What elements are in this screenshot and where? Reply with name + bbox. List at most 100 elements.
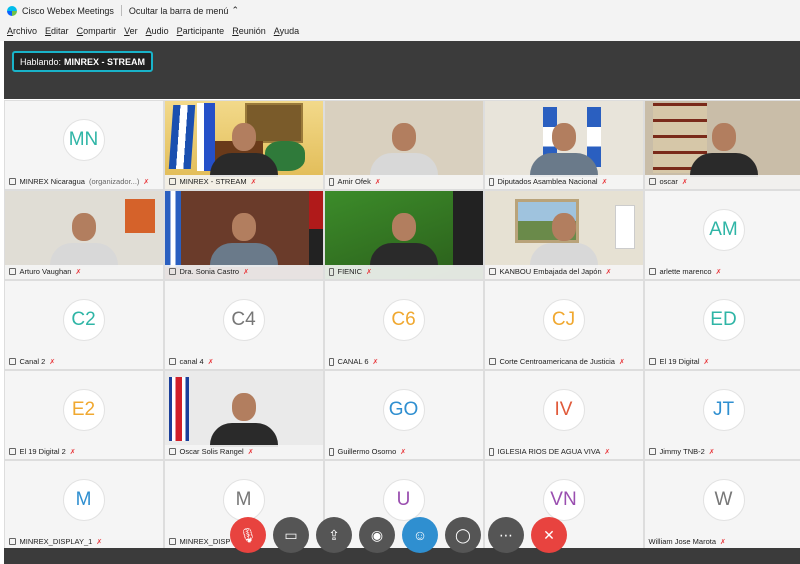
participant-tile[interactable]: JT Jimmy TNB-2 ✗	[644, 370, 800, 459]
phone-icon	[328, 177, 334, 186]
participant-name: Diputados Asamblea Nacional	[497, 177, 598, 186]
participant-avatar: E2	[62, 388, 105, 431]
participant-label: Arturo Vaughan ✗	[4, 264, 163, 279]
participant-figure	[529, 122, 598, 177]
participant-tile[interactable]: Amir Ofek ✗	[324, 100, 483, 189]
participant-name: Dra. Sonia Castro	[179, 267, 240, 276]
menu-item-compartir[interactable]: Compartir	[77, 26, 117, 36]
participant-figure	[209, 122, 278, 177]
participant-label: IGLESIA RIOS DE AGUA VIVA ✗	[485, 445, 643, 459]
audio-icon	[648, 178, 656, 185]
menu-item-archivo[interactable]: Archivo	[7, 26, 37, 36]
participant-tile[interactable]: Diputados Asamblea Nacional ✗	[484, 100, 643, 189]
participant-avatar: C4	[222, 298, 265, 341]
participant-tile[interactable]: ED El 19 Digital ✗	[644, 280, 800, 369]
muted-mic-icon: ✗	[96, 538, 103, 546]
participant-name: canal 4	[179, 357, 204, 366]
participant-tile[interactable]: MINREX - STREAM ✗	[164, 100, 323, 189]
participant-label: Canal 2 ✗	[5, 355, 163, 369]
participant-name: William Jose Marota	[648, 537, 717, 546]
stop-video-button[interactable]: ▭	[273, 517, 309, 553]
participant-label: Amir Ofek ✗	[324, 174, 483, 189]
participant-tile[interactable]: AM arlette marenco ✗	[644, 190, 800, 279]
menu-item-editar[interactable]: Editar	[45, 26, 69, 36]
menu-item-ayuda[interactable]: Ayuda	[274, 26, 299, 36]
titlebar-divider	[120, 5, 122, 16]
participant-avatar: C6	[382, 298, 425, 341]
participant-name: Guillermo Osorno	[337, 447, 397, 456]
participants-icon: ☺	[412, 527, 428, 543]
record-button[interactable]: ◉	[359, 517, 395, 553]
chat-button[interactable]: ◯	[445, 517, 481, 553]
mute-button[interactable]: 🎙	[230, 517, 266, 553]
participant-tile[interactable]: CJ Corte Centroamericana de Justicia ✗	[484, 280, 643, 369]
participant-tile[interactable]: Oscar Solis Rangel ✗	[164, 370, 323, 459]
muted-mic-icon: ✗	[366, 268, 372, 276]
participant-avatar: ED	[702, 298, 745, 341]
more-button[interactable]: ⋯	[488, 517, 524, 553]
audio-icon	[8, 268, 16, 275]
participant-avatar: MN	[62, 118, 105, 161]
close-icon: ✕	[543, 526, 555, 543]
audio-icon	[648, 358, 656, 365]
audio-icon	[168, 358, 176, 365]
participant-tile[interactable]: C4 canal 4 ✗	[164, 280, 323, 369]
participant-name: IGLESIA RIOS DE AGUA VIVA	[497, 447, 601, 456]
menu-item-reunión[interactable]: Reunión	[232, 26, 266, 36]
leave-button[interactable]: ✕	[531, 517, 567, 553]
audio-icon	[168, 268, 176, 275]
participant-tile[interactable]: IV IGLESIA RIOS DE AGUA VIVA ✗	[484, 370, 643, 459]
participant-name: FIENIC	[337, 267, 363, 276]
muted-mic-icon: ✗	[400, 448, 407, 456]
participant-label: William Jose Marota ✗	[645, 535, 800, 549]
participant-tile[interactable]: MN MINREX Nicaragua (organizador...) ✗	[4, 100, 163, 189]
chevron-up-icon: ⌃	[231, 5, 239, 15]
phone-icon	[328, 357, 334, 366]
menu-item-participante[interactable]: Participante	[177, 26, 225, 36]
participant-label: Diputados Asamblea Nacional ✗	[484, 174, 643, 189]
muted-mic-icon: ✗	[681, 178, 688, 186]
phone-icon	[328, 267, 334, 276]
participant-tile[interactable]: E2 El 19 Digital 2 ✗	[4, 370, 163, 459]
computer-icon	[168, 178, 176, 185]
participant-tile[interactable]: KANBOU Embajada del Japón ✗	[484, 190, 643, 279]
participant-name: Jimmy TNB-2	[659, 447, 705, 456]
participants-button[interactable]: ☺	[402, 517, 438, 553]
participant-label: CANAL 6 ✗	[325, 355, 483, 369]
audio-icon	[488, 268, 496, 275]
participant-tile[interactable]: W William Jose Marota ✗	[644, 460, 800, 549]
participant-role: (organizador...)	[88, 177, 140, 186]
participant-label: Dra. Sonia Castro ✗	[164, 264, 323, 279]
participant-name: KANBOU Embajada del Japón	[499, 267, 602, 276]
participant-tile[interactable]: C6 CANAL 6 ✗	[324, 280, 483, 369]
participant-label: El 19 Digital 2 ✗	[5, 445, 163, 459]
menu-item-ver[interactable]: Ver	[124, 26, 138, 36]
participant-name: arlette marenco	[659, 267, 712, 276]
hide-menu-bar-button[interactable]: Ocultar la barra de menú ⌃	[129, 5, 239, 16]
participant-name: Canal 2	[19, 357, 46, 366]
participant-tile[interactable]: oscar ✗	[644, 100, 800, 189]
participant-tile[interactable]: Dra. Sonia Castro ✗	[164, 190, 323, 279]
participant-label: Oscar Solis Rangel ✗	[164, 444, 323, 459]
participant-tile[interactable]: GO Guillermo Osorno ✗	[324, 370, 483, 459]
participant-label: oscar ✗	[644, 174, 800, 189]
speaking-indicator: Hablando: MINREX - STREAM	[12, 51, 154, 72]
video-off-icon: ▭	[284, 526, 298, 543]
audio-icon	[168, 448, 176, 455]
share-button[interactable]: ⇪	[316, 517, 352, 553]
speaking-prefix: Hablando:	[20, 56, 62, 67]
participant-tile[interactable]: Arturo Vaughan ✗	[4, 190, 163, 279]
participant-tile[interactable]: FIENIC ✗	[324, 190, 483, 279]
participant-label: FIENIC ✗	[324, 264, 483, 279]
muted-mic-icon: ✗	[618, 358, 625, 366]
participant-label: arlette marenco ✗	[645, 265, 800, 279]
participant-label: MINREX_DISPLAY_1 ✗	[5, 535, 163, 549]
participant-name: MINREX Nicaragua	[19, 177, 85, 186]
participant-tile[interactable]: M MINREX_DISPLAY_1 ✗	[4, 460, 163, 549]
participant-label: Corte Centroamericana de Justicia ✗	[485, 355, 643, 369]
participant-label: El 19 Digital ✗	[645, 355, 800, 369]
muted-mic-icon: ✗	[247, 448, 254, 456]
participant-tile[interactable]: C2 Canal 2 ✗	[4, 280, 163, 369]
menu-item-audio[interactable]: Audio	[146, 26, 169, 36]
participant-label: canal 4 ✗	[165, 355, 323, 369]
